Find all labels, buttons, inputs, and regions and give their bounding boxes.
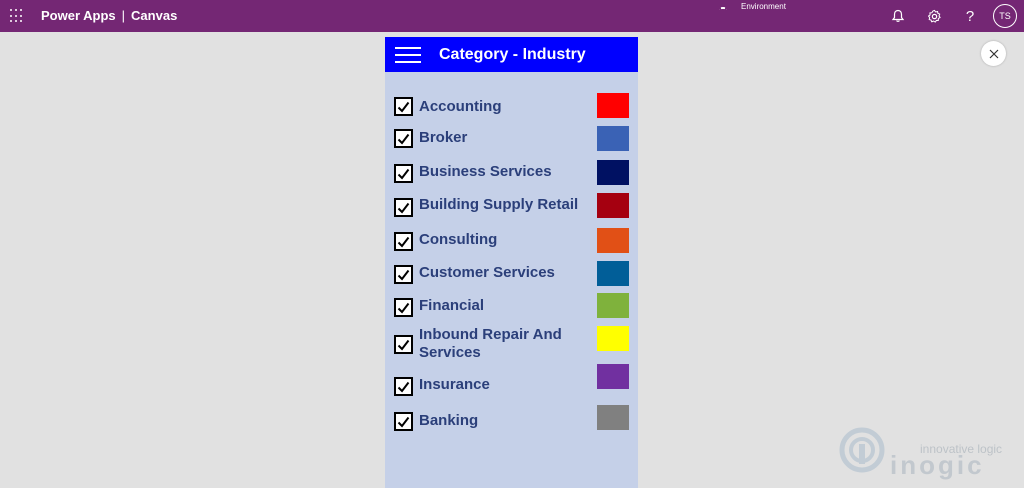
category-checkbox[interactable]: [394, 129, 413, 148]
category-checkbox[interactable]: [394, 377, 413, 396]
category-color-swatch: [597, 93, 629, 118]
help-icon[interactable]: ?: [960, 6, 980, 26]
category-checkbox[interactable]: [394, 298, 413, 317]
top-app-bar: Power Apps | Canvas Environment ? TS: [0, 0, 1024, 32]
watermark-brand: inogic: [890, 450, 985, 480]
category-color-swatch: [597, 193, 629, 218]
category-checkbox[interactable]: [394, 265, 413, 284]
category-label: Business Services: [419, 163, 552, 180]
panel-title: Category - Industry: [439, 46, 586, 63]
category-checkbox[interactable]: [394, 232, 413, 251]
category-checkbox[interactable]: [394, 198, 413, 217]
category-label: Banking: [419, 412, 479, 429]
waffle-icon[interactable]: [10, 9, 24, 23]
category-label: Consulting: [419, 231, 498, 248]
category-panel: Category - Industry Accounting Broker Busi…: [385, 37, 638, 488]
checkmark-icon: [397, 202, 410, 214]
close-button[interactable]: [981, 41, 1006, 66]
category-checkbox[interactable]: [394, 164, 413, 183]
category-checkbox[interactable]: [394, 412, 413, 431]
panel-header: Category - Industry: [385, 37, 638, 72]
avatar[interactable]: TS: [993, 4, 1017, 28]
inogic-logo-icon: [839, 427, 885, 473]
category-color-swatch: [597, 405, 629, 430]
checkmark-icon: [397, 302, 410, 314]
checkmark-icon: [397, 236, 410, 248]
category-color-swatch: [597, 160, 629, 185]
checkmark-icon: [397, 168, 410, 180]
environment-label[interactable]: Environment: [741, 2, 786, 11]
category-color-swatch: [597, 126, 629, 151]
bell-icon[interactable]: [888, 6, 908, 26]
category-color-swatch: [597, 293, 629, 318]
category-label: Customer Services: [419, 264, 555, 281]
category-label: Financial: [419, 297, 485, 314]
checkmark-icon: [397, 269, 410, 281]
category-color-swatch: [597, 364, 629, 389]
category-label: Accounting: [419, 98, 502, 115]
category-color-swatch: [597, 326, 629, 351]
category-color-swatch: [597, 261, 629, 286]
category-label: Inbound Repair And Services: [419, 326, 562, 361]
checkmark-icon: [397, 416, 410, 428]
app-name[interactable]: Power Apps: [41, 8, 116, 23]
category-label: Building Supply Retail: [419, 196, 579, 213]
checkmark-icon: [397, 101, 410, 113]
inogic-watermark: innovative logic inogic: [838, 424, 1018, 484]
category-checkbox[interactable]: [394, 335, 413, 354]
checkmark-icon: [397, 381, 410, 393]
breadcrumb-separator: |: [121, 8, 126, 23]
category-color-swatch: [597, 228, 629, 253]
app-type: Canvas: [131, 8, 178, 23]
gear-icon[interactable]: [924, 6, 944, 26]
app-breadcrumb: Power Apps | Canvas: [41, 8, 177, 23]
checkmark-icon: [397, 133, 410, 145]
environment-icon[interactable]: [719, 7, 727, 12]
category-checkbox[interactable]: [394, 97, 413, 116]
hamburger-icon[interactable]: [395, 47, 421, 63]
checkmark-icon: [397, 339, 410, 351]
category-label: Broker: [419, 129, 468, 146]
category-label: Insurance: [419, 376, 490, 393]
close-icon: [989, 49, 998, 58]
